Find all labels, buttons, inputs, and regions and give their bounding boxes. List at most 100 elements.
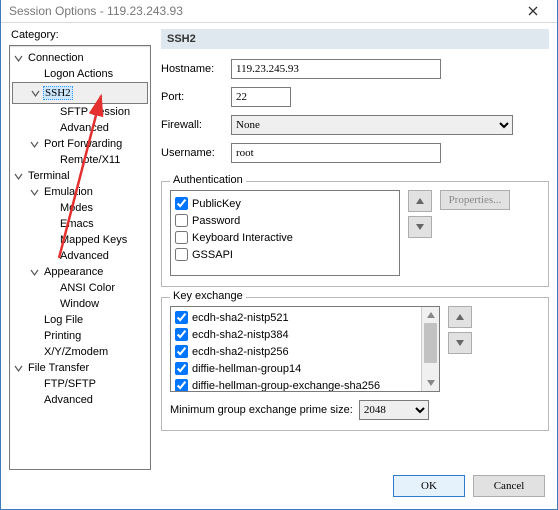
- port-input[interactable]: [231, 87, 291, 107]
- tree-item[interactable]: Appearance: [12, 264, 148, 280]
- port-label: Port:: [161, 91, 231, 103]
- tree-item[interactable]: Mapped Keys: [12, 232, 148, 248]
- kex-item[interactable]: ecdh-sha2-nistp256: [175, 343, 421, 360]
- tree-item-label: Advanced: [58, 120, 111, 136]
- tree-item-label: FTP/SFTP: [42, 376, 98, 392]
- kex-item-label: diffie-hellman-group14: [192, 363, 301, 375]
- expand-icon: [14, 172, 24, 181]
- tree-item[interactable]: Emulation: [12, 184, 148, 200]
- window-title: Session Options - 119.23.243.93: [9, 4, 513, 18]
- tree-item[interactable]: Modes: [12, 200, 148, 216]
- tree-item[interactable]: File Transfer: [12, 360, 148, 376]
- auth-item-label: Keyboard Interactive: [192, 232, 293, 244]
- firewall-label: Firewall:: [161, 119, 231, 131]
- auth-item[interactable]: Password: [175, 212, 395, 229]
- auth-checkbox[interactable]: [175, 248, 188, 261]
- kex-item[interactable]: ecdh-sha2-nistp384: [175, 326, 421, 343]
- auth-checkbox[interactable]: [175, 231, 188, 244]
- tree-item[interactable]: ANSI Color: [12, 280, 148, 296]
- kex-item[interactable]: diffie-hellman-group-exchange-sha256: [175, 377, 421, 392]
- tree-item[interactable]: Window: [12, 296, 148, 312]
- tree-item-label: ANSI Color: [58, 280, 117, 296]
- kex-move-down-button[interactable]: [448, 332, 472, 354]
- tree-item[interactable]: SSH2: [12, 82, 148, 104]
- tree-item-label: Printing: [42, 328, 83, 344]
- tree-item-label: Modes: [58, 200, 95, 216]
- auth-item[interactable]: GSSAPI: [175, 246, 395, 263]
- kex-item-label: ecdh-sha2-nistp384: [192, 329, 289, 341]
- tree-item-label: File Transfer: [26, 360, 91, 376]
- tree-item-label: Logon Actions: [42, 66, 115, 82]
- tree-item-label: Mapped Keys: [58, 232, 129, 248]
- tree-item[interactable]: Terminal: [12, 168, 148, 184]
- title-bar: Session Options - 119.23.243.93: [1, 0, 557, 23]
- tree-item-label: Port Forwarding: [42, 136, 124, 152]
- tree-item[interactable]: Logon Actions: [12, 66, 148, 82]
- tree-item[interactable]: Connection: [12, 50, 148, 66]
- ok-button[interactable]: OK: [393, 475, 465, 497]
- auth-item-label: GSSAPI: [192, 249, 233, 261]
- hostname-label: Hostname:: [161, 63, 231, 75]
- category-tree[interactable]: ConnectionLogon ActionsSSH2SFTP SessionA…: [9, 45, 151, 470]
- auth-item[interactable]: Keyboard Interactive: [175, 229, 395, 246]
- tree-item-label: Window: [58, 296, 101, 312]
- authentication-list[interactable]: PublicKey Password Keyboard Interactive GSS…: [170, 190, 400, 276]
- authentication-title: Authentication: [170, 174, 246, 186]
- tree-item[interactable]: SFTP Session: [12, 104, 148, 120]
- tree-item-label: Advanced: [58, 248, 111, 264]
- min-prime-select[interactable]: 2048: [359, 400, 429, 420]
- kex-item-label: ecdh-sha2-nistp256: [192, 346, 289, 358]
- auth-move-down-button[interactable]: [408, 216, 432, 238]
- kex-checkbox[interactable]: [175, 328, 188, 341]
- session-options-dialog: Session Options - 119.23.243.93 Category…: [0, 0, 558, 510]
- close-button[interactable]: [513, 1, 553, 21]
- cancel-button[interactable]: Cancel: [473, 475, 545, 497]
- auth-checkbox[interactable]: [175, 214, 188, 227]
- auth-move-up-button[interactable]: [408, 190, 432, 212]
- kex-checkbox[interactable]: [175, 362, 188, 375]
- tree-item[interactable]: Port Forwarding: [12, 136, 148, 152]
- tree-item[interactable]: Printing: [12, 328, 148, 344]
- properties-button[interactable]: Properties...: [440, 190, 510, 210]
- tree-item-label: Terminal: [26, 168, 72, 184]
- auth-checkbox[interactable]: [175, 197, 188, 210]
- tree-item[interactable]: FTP/SFTP: [12, 376, 148, 392]
- tree-item[interactable]: X/Y/Zmodem: [12, 344, 148, 360]
- tree-item-label: Emacs: [58, 216, 96, 232]
- min-prime-label: Minimum group exchange prime size:: [170, 404, 353, 416]
- tree-item[interactable]: Advanced: [12, 392, 148, 408]
- kex-checkbox[interactable]: [175, 345, 188, 358]
- dialog-footer: OK Cancel: [1, 463, 557, 509]
- tree-item[interactable]: Advanced: [12, 248, 148, 264]
- tree-item[interactable]: Remote/X11: [12, 152, 148, 168]
- kex-item[interactable]: diffie-hellman-group14: [175, 360, 421, 377]
- kex-item-label: diffie-hellman-group-exchange-sha256: [192, 380, 380, 392]
- kex-checkbox[interactable]: [175, 311, 188, 324]
- kex-item[interactable]: ecdh-sha2-nistp521: [175, 309, 421, 326]
- panel-header: SSH2: [161, 29, 549, 49]
- tree-item-label: X/Y/Zmodem: [42, 344, 110, 360]
- expand-icon: [14, 54, 24, 63]
- key-exchange-list[interactable]: ecdh-sha2-nistp521 ecdh-sha2-nistp384 ecdh…: [170, 306, 440, 392]
- tree-item-label: Emulation: [42, 184, 95, 200]
- key-exchange-title: Key exchange: [170, 290, 246, 302]
- username-input[interactable]: [231, 143, 441, 163]
- kex-move-up-button[interactable]: [448, 306, 472, 328]
- hostname-input[interactable]: [231, 59, 441, 79]
- kex-scrollbar[interactable]: [421, 307, 439, 391]
- tree-item[interactable]: Log File: [12, 312, 148, 328]
- expand-icon: [14, 364, 24, 373]
- auth-item[interactable]: PublicKey: [175, 195, 395, 212]
- kex-checkbox[interactable]: [175, 379, 188, 392]
- expand-icon: [30, 268, 40, 277]
- category-label: Category:: [11, 29, 151, 41]
- auth-item-label: PublicKey: [192, 198, 241, 210]
- key-exchange-group: Key exchange ecdh-sha2-nistp521ecdh-sha2…: [161, 297, 549, 431]
- tree-item-label: Log File: [42, 312, 85, 328]
- tree-item[interactable]: Emacs: [12, 216, 148, 232]
- firewall-select[interactable]: None: [231, 115, 513, 135]
- tree-item-label: Appearance: [42, 264, 105, 280]
- settings-panel: SSH2 Hostname: Port: Firewall: None: [161, 29, 549, 470]
- expand-icon: [31, 89, 41, 98]
- tree-item[interactable]: Advanced: [12, 120, 148, 136]
